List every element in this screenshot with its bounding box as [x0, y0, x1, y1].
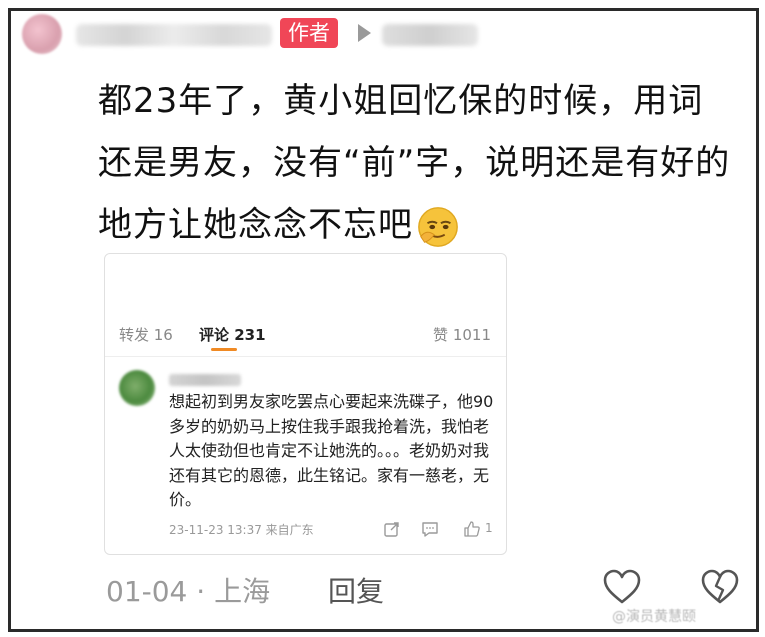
date-location: 01-04 · 上海	[106, 575, 271, 608]
username-blurred[interactable]	[76, 24, 272, 46]
heart-icon[interactable]	[602, 568, 642, 606]
play-icon	[358, 24, 371, 42]
embedded-comment-footer: 23-11-23 13:37 来自广东 1	[169, 520, 495, 538]
tab-comment[interactable]: 评论 231	[199, 324, 266, 345]
comment-body: 都23年了，黄小姐回忆保的时候，用词还是男友，没有“前”字，说明还是有好的地方让…	[98, 70, 738, 256]
comment-header: 作者	[22, 12, 582, 58]
divider	[105, 356, 506, 357]
emoji-smirk-icon	[418, 206, 458, 247]
thumbs-up-icon[interactable]	[463, 520, 481, 538]
tab-like[interactable]: 赞 1011	[433, 324, 491, 345]
commenter-name-blurred[interactable]	[169, 374, 241, 386]
embedded-comment-date: 23-11-23 13:37 来自广东	[169, 523, 314, 537]
watermark: @演员黄慧颐	[612, 609, 696, 625]
tab-repost[interactable]: 转发 16	[119, 324, 173, 345]
embedded-screenshot: 转发 16 评论 231 赞 1011 想起初到男友家吃罢点心要起来洗碟子，他9…	[104, 253, 507, 555]
reply-icon[interactable]	[421, 520, 439, 538]
like-count: 1	[485, 521, 493, 535]
meta-blurred	[382, 24, 478, 46]
tab-active-indicator	[211, 348, 237, 351]
embedded-comment-text: 想起初到男友家吃罢点心要起来洗碟子，他90多岁的奶奶马上按住我手跟我抢着洗，我怕…	[169, 392, 494, 509]
broken-heart-icon[interactable]	[700, 568, 740, 606]
tab-bar: 转发 16 评论 231 赞 1011	[119, 324, 491, 351]
author-badge: 作者	[280, 18, 338, 48]
commenter-avatar[interactable]	[119, 370, 155, 406]
share-icon[interactable]	[383, 520, 401, 538]
reply-button[interactable]: 回复	[328, 570, 384, 610]
avatar[interactable]	[22, 14, 62, 54]
